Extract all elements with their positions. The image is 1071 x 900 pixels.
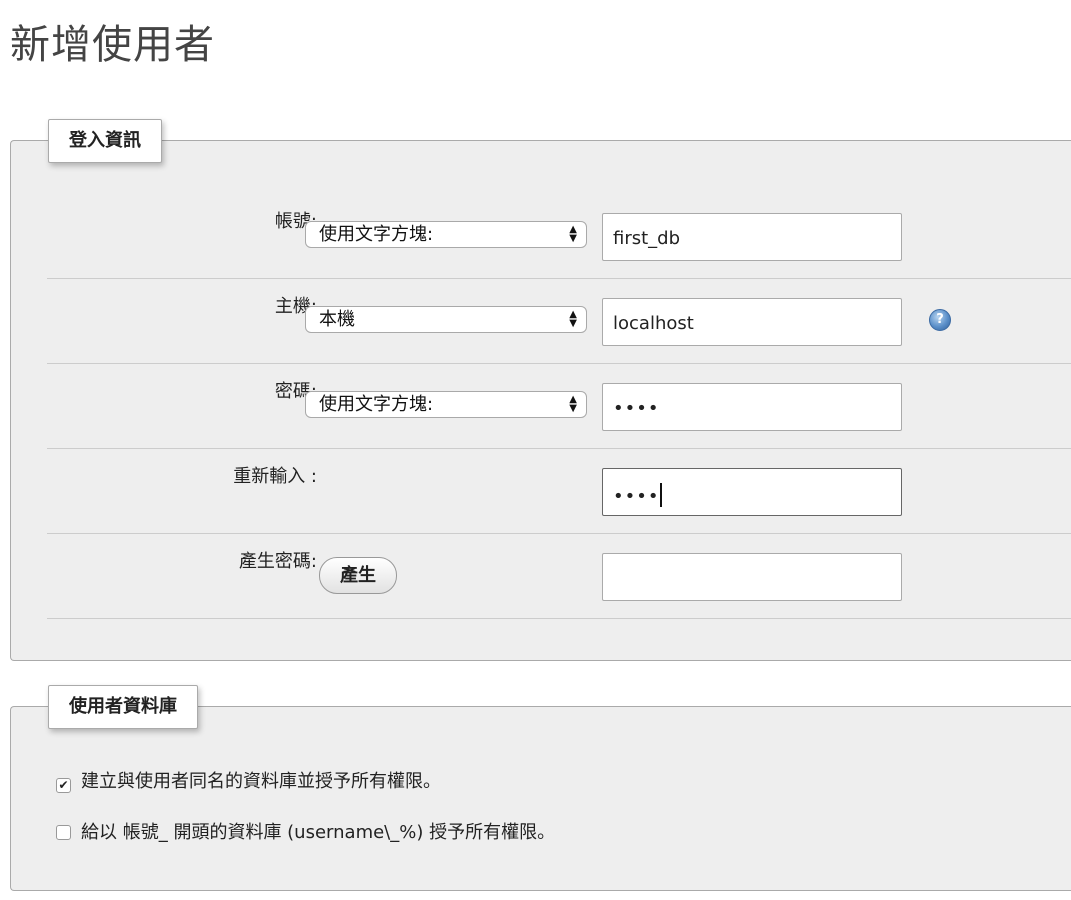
checkbox-checked[interactable]: ✔ bbox=[56, 778, 71, 793]
password-input-value: •••• bbox=[613, 398, 660, 419]
generate-password-row: 產生密碼: 產生 bbox=[47, 533, 1071, 619]
text-caret bbox=[660, 483, 663, 507]
host-type-select-value: 本機 bbox=[319, 309, 355, 330]
username-type-select[interactable]: 使用文字方塊: ▲ ▼ bbox=[305, 221, 587, 248]
username-input[interactable]: first_db bbox=[602, 213, 902, 261]
password-type-select-value: 使用文字方塊: bbox=[319, 394, 434, 415]
user-database-legend: 使用者資料庫 bbox=[48, 685, 198, 729]
select-arrows-icon: ▲ ▼ bbox=[569, 309, 577, 329]
page-title: 新增使用者 bbox=[10, 22, 215, 68]
login-info-fieldset: 登入資訊 帳號: 使用文字方塊: ▲ ▼ first_db 主機: 本機 ▲ ▼ l… bbox=[10, 119, 1071, 661]
create-same-name-db-option[interactable]: ✔ 建立與使用者同名的資料庫並授予所有權限。 bbox=[56, 767, 441, 793]
generated-password-input[interactable] bbox=[602, 553, 902, 601]
username-row: 帳號: 使用文字方塊: ▲ ▼ first_db bbox=[47, 193, 1071, 279]
select-arrows-icon: ▲ ▼ bbox=[569, 224, 577, 244]
select-arrows-icon: ▲ ▼ bbox=[569, 394, 577, 414]
username-input-value: first_db bbox=[613, 228, 681, 249]
retype-password-input-value: •••• bbox=[613, 486, 660, 507]
create-same-name-db-label: 建立與使用者同名的資料庫並授予所有權限。 bbox=[81, 771, 441, 792]
username-type-select-value: 使用文字方塊: bbox=[319, 224, 434, 245]
generate-password-label: 產生密碼: bbox=[238, 551, 317, 572]
generate-button[interactable]: 產生 bbox=[319, 557, 397, 594]
password-input[interactable]: •••• bbox=[602, 383, 902, 431]
grant-wildcard-db-option[interactable]: 給以 帳號_ 開頭的資料庫 (username\_%) 授予所有權限。 bbox=[56, 818, 555, 844]
user-database-fieldset: 使用者資料庫 bbox=[10, 685, 1071, 891]
retype-row: 重新輸入 : •••• bbox=[47, 448, 1071, 534]
host-input[interactable]: localhost bbox=[602, 298, 902, 346]
host-row: 主機: 本機 ▲ ▼ localhost ? bbox=[47, 278, 1071, 364]
host-input-value: localhost bbox=[613, 313, 694, 334]
password-row: 密碼: 使用文字方塊: ▲ ▼ •••• bbox=[47, 363, 1071, 449]
help-icon[interactable]: ? bbox=[929, 309, 951, 331]
retype-password-input[interactable]: •••• bbox=[602, 468, 902, 516]
retype-label: 重新輸入 : bbox=[233, 466, 317, 487]
checkbox-unchecked[interactable] bbox=[56, 825, 71, 840]
host-type-select[interactable]: 本機 ▲ ▼ bbox=[305, 306, 587, 333]
password-type-select[interactable]: 使用文字方塊: ▲ ▼ bbox=[305, 391, 587, 418]
login-info-legend: 登入資訊 bbox=[48, 119, 162, 163]
grant-wildcard-db-label: 給以 帳號_ 開頭的資料庫 (username\_%) 授予所有權限。 bbox=[81, 822, 556, 843]
